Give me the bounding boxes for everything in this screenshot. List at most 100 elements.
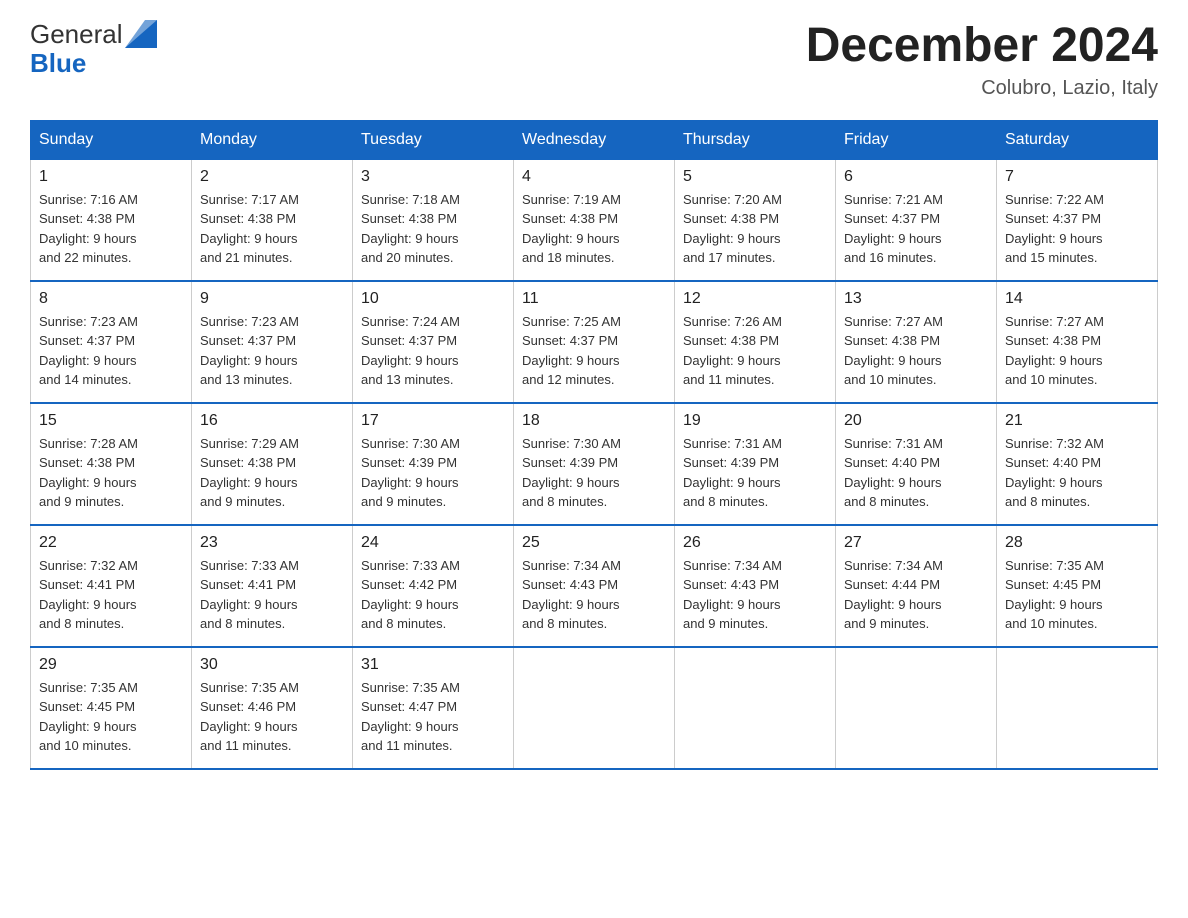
weekday-header-tuesday: Tuesday bbox=[353, 120, 514, 159]
day-number: 3 bbox=[361, 168, 505, 186]
day-info: Sunrise: 7:18 AM Sunset: 4:38 PM Dayligh… bbox=[361, 190, 505, 268]
calendar-cell: 21 Sunrise: 7:32 AM Sunset: 4:40 PM Dayl… bbox=[997, 403, 1158, 525]
day-info: Sunrise: 7:35 AM Sunset: 4:45 PM Dayligh… bbox=[39, 678, 183, 756]
calendar-week-row: 22 Sunrise: 7:32 AM Sunset: 4:41 PM Dayl… bbox=[31, 525, 1158, 647]
day-info: Sunrise: 7:19 AM Sunset: 4:38 PM Dayligh… bbox=[522, 190, 666, 268]
day-info: Sunrise: 7:24 AM Sunset: 4:37 PM Dayligh… bbox=[361, 312, 505, 390]
day-number: 24 bbox=[361, 534, 505, 552]
day-info: Sunrise: 7:35 AM Sunset: 4:45 PM Dayligh… bbox=[1005, 556, 1149, 634]
calendar-cell: 1 Sunrise: 7:16 AM Sunset: 4:38 PM Dayli… bbox=[31, 159, 192, 281]
day-info: Sunrise: 7:35 AM Sunset: 4:47 PM Dayligh… bbox=[361, 678, 505, 756]
calendar-cell: 15 Sunrise: 7:28 AM Sunset: 4:38 PM Dayl… bbox=[31, 403, 192, 525]
calendar-cell: 8 Sunrise: 7:23 AM Sunset: 4:37 PM Dayli… bbox=[31, 281, 192, 403]
logo: General Blue bbox=[30, 20, 157, 77]
calendar-week-row: 29 Sunrise: 7:35 AM Sunset: 4:45 PM Dayl… bbox=[31, 647, 1158, 769]
logo-general: General bbox=[30, 20, 123, 49]
day-number: 4 bbox=[522, 168, 666, 186]
weekday-header-friday: Friday bbox=[836, 120, 997, 159]
day-info: Sunrise: 7:32 AM Sunset: 4:41 PM Dayligh… bbox=[39, 556, 183, 634]
day-info: Sunrise: 7:31 AM Sunset: 4:39 PM Dayligh… bbox=[683, 434, 827, 512]
page-subtitle: Colubro, Lazio, Italy bbox=[806, 77, 1158, 100]
day-info: Sunrise: 7:33 AM Sunset: 4:41 PM Dayligh… bbox=[200, 556, 344, 634]
logo-blue: Blue bbox=[30, 48, 86, 78]
day-info: Sunrise: 7:33 AM Sunset: 4:42 PM Dayligh… bbox=[361, 556, 505, 634]
day-number: 16 bbox=[200, 412, 344, 430]
day-number: 2 bbox=[200, 168, 344, 186]
day-number: 6 bbox=[844, 168, 988, 186]
page-title: December 2024 bbox=[806, 20, 1158, 73]
day-info: Sunrise: 7:30 AM Sunset: 4:39 PM Dayligh… bbox=[361, 434, 505, 512]
calendar-cell bbox=[675, 647, 836, 769]
day-number: 25 bbox=[522, 534, 666, 552]
day-number: 26 bbox=[683, 534, 827, 552]
weekday-header-saturday: Saturday bbox=[997, 120, 1158, 159]
calendar-cell: 17 Sunrise: 7:30 AM Sunset: 4:39 PM Dayl… bbox=[353, 403, 514, 525]
calendar-cell: 22 Sunrise: 7:32 AM Sunset: 4:41 PM Dayl… bbox=[31, 525, 192, 647]
day-number: 29 bbox=[39, 656, 183, 674]
day-number: 20 bbox=[844, 412, 988, 430]
day-number: 1 bbox=[39, 168, 183, 186]
day-number: 17 bbox=[361, 412, 505, 430]
calendar-cell: 7 Sunrise: 7:22 AM Sunset: 4:37 PM Dayli… bbox=[997, 159, 1158, 281]
calendar-cell: 24 Sunrise: 7:33 AM Sunset: 4:42 PM Dayl… bbox=[353, 525, 514, 647]
day-info: Sunrise: 7:35 AM Sunset: 4:46 PM Dayligh… bbox=[200, 678, 344, 756]
day-info: Sunrise: 7:23 AM Sunset: 4:37 PM Dayligh… bbox=[200, 312, 344, 390]
calendar-week-row: 8 Sunrise: 7:23 AM Sunset: 4:37 PM Dayli… bbox=[31, 281, 1158, 403]
calendar-cell: 12 Sunrise: 7:26 AM Sunset: 4:38 PM Dayl… bbox=[675, 281, 836, 403]
day-info: Sunrise: 7:28 AM Sunset: 4:38 PM Dayligh… bbox=[39, 434, 183, 512]
day-info: Sunrise: 7:29 AM Sunset: 4:38 PM Dayligh… bbox=[200, 434, 344, 512]
calendar-table: SundayMondayTuesdayWednesdayThursdayFrid… bbox=[30, 120, 1158, 770]
day-number: 28 bbox=[1005, 534, 1149, 552]
day-info: Sunrise: 7:16 AM Sunset: 4:38 PM Dayligh… bbox=[39, 190, 183, 268]
day-info: Sunrise: 7:27 AM Sunset: 4:38 PM Dayligh… bbox=[844, 312, 988, 390]
calendar-cell: 29 Sunrise: 7:35 AM Sunset: 4:45 PM Dayl… bbox=[31, 647, 192, 769]
day-info: Sunrise: 7:21 AM Sunset: 4:37 PM Dayligh… bbox=[844, 190, 988, 268]
title-block: December 2024 Colubro, Lazio, Italy bbox=[806, 20, 1158, 100]
day-info: Sunrise: 7:34 AM Sunset: 4:44 PM Dayligh… bbox=[844, 556, 988, 634]
weekday-header-wednesday: Wednesday bbox=[514, 120, 675, 159]
calendar-cell: 31 Sunrise: 7:35 AM Sunset: 4:47 PM Dayl… bbox=[353, 647, 514, 769]
calendar-cell: 13 Sunrise: 7:27 AM Sunset: 4:38 PM Dayl… bbox=[836, 281, 997, 403]
calendar-cell: 30 Sunrise: 7:35 AM Sunset: 4:46 PM Dayl… bbox=[192, 647, 353, 769]
calendar-cell: 18 Sunrise: 7:30 AM Sunset: 4:39 PM Dayl… bbox=[514, 403, 675, 525]
day-info: Sunrise: 7:22 AM Sunset: 4:37 PM Dayligh… bbox=[1005, 190, 1149, 268]
calendar-cell: 19 Sunrise: 7:31 AM Sunset: 4:39 PM Dayl… bbox=[675, 403, 836, 525]
calendar-cell: 11 Sunrise: 7:25 AM Sunset: 4:37 PM Dayl… bbox=[514, 281, 675, 403]
calendar-cell: 28 Sunrise: 7:35 AM Sunset: 4:45 PM Dayl… bbox=[997, 525, 1158, 647]
day-number: 13 bbox=[844, 290, 988, 308]
calendar-cell: 20 Sunrise: 7:31 AM Sunset: 4:40 PM Dayl… bbox=[836, 403, 997, 525]
day-number: 10 bbox=[361, 290, 505, 308]
calendar-cell: 26 Sunrise: 7:34 AM Sunset: 4:43 PM Dayl… bbox=[675, 525, 836, 647]
calendar-week-row: 1 Sunrise: 7:16 AM Sunset: 4:38 PM Dayli… bbox=[31, 159, 1158, 281]
calendar-cell: 27 Sunrise: 7:34 AM Sunset: 4:44 PM Dayl… bbox=[836, 525, 997, 647]
weekday-header-thursday: Thursday bbox=[675, 120, 836, 159]
calendar-cell: 10 Sunrise: 7:24 AM Sunset: 4:37 PM Dayl… bbox=[353, 281, 514, 403]
calendar-cell: 2 Sunrise: 7:17 AM Sunset: 4:38 PM Dayli… bbox=[192, 159, 353, 281]
calendar-cell: 5 Sunrise: 7:20 AM Sunset: 4:38 PM Dayli… bbox=[675, 159, 836, 281]
calendar-week-row: 15 Sunrise: 7:28 AM Sunset: 4:38 PM Dayl… bbox=[31, 403, 1158, 525]
day-info: Sunrise: 7:17 AM Sunset: 4:38 PM Dayligh… bbox=[200, 190, 344, 268]
calendar-cell: 25 Sunrise: 7:34 AM Sunset: 4:43 PM Dayl… bbox=[514, 525, 675, 647]
day-number: 8 bbox=[39, 290, 183, 308]
day-number: 15 bbox=[39, 412, 183, 430]
day-info: Sunrise: 7:27 AM Sunset: 4:38 PM Dayligh… bbox=[1005, 312, 1149, 390]
day-number: 18 bbox=[522, 412, 666, 430]
day-info: Sunrise: 7:31 AM Sunset: 4:40 PM Dayligh… bbox=[844, 434, 988, 512]
day-info: Sunrise: 7:25 AM Sunset: 4:37 PM Dayligh… bbox=[522, 312, 666, 390]
calendar-cell: 23 Sunrise: 7:33 AM Sunset: 4:41 PM Dayl… bbox=[192, 525, 353, 647]
logo-icon bbox=[125, 20, 157, 48]
day-number: 30 bbox=[200, 656, 344, 674]
day-number: 12 bbox=[683, 290, 827, 308]
day-number: 23 bbox=[200, 534, 344, 552]
weekday-header-sunday: Sunday bbox=[31, 120, 192, 159]
calendar-cell: 6 Sunrise: 7:21 AM Sunset: 4:37 PM Dayli… bbox=[836, 159, 997, 281]
calendar-cell: 4 Sunrise: 7:19 AM Sunset: 4:38 PM Dayli… bbox=[514, 159, 675, 281]
day-number: 14 bbox=[1005, 290, 1149, 308]
calendar-header-row: SundayMondayTuesdayWednesdayThursdayFrid… bbox=[31, 120, 1158, 159]
day-number: 27 bbox=[844, 534, 988, 552]
calendar-cell bbox=[514, 647, 675, 769]
day-info: Sunrise: 7:34 AM Sunset: 4:43 PM Dayligh… bbox=[522, 556, 666, 634]
page-header: General Blue December 2024 Colubro, Lazi… bbox=[30, 20, 1158, 100]
day-number: 19 bbox=[683, 412, 827, 430]
calendar-cell: 9 Sunrise: 7:23 AM Sunset: 4:37 PM Dayli… bbox=[192, 281, 353, 403]
